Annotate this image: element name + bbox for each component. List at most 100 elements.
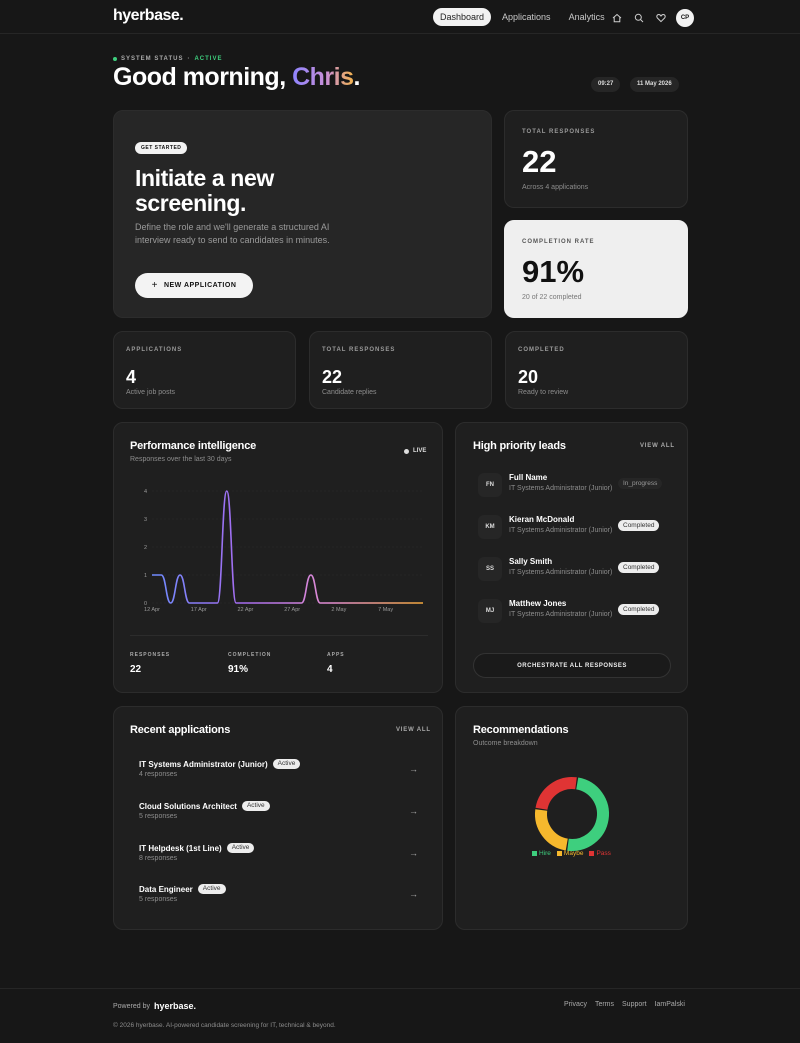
nav-icons: CP (610, 9, 694, 27)
perf-stat-label: COMPLETION (228, 652, 272, 658)
x-tick-label: 17 Apr (191, 607, 207, 613)
footer-logo[interactable]: hyerbase. (154, 1001, 196, 1011)
home-icon[interactable] (610, 11, 624, 25)
application-title: IT Systems Administrator (Junior) (139, 759, 268, 769)
lead-name: Sally Smith (509, 557, 553, 566)
perf-stat-label: RESPONSES (130, 652, 171, 658)
application-row[interactable]: IT Systems Administrator (Junior) Active … (139, 759, 429, 787)
performance-line-chart: 0123412 Apr 17 Apr 22 Apr 27 Apr 2 May 7 May (144, 489, 423, 613)
lead-status-badge: Completed (618, 562, 660, 573)
arrow-right-icon: → (409, 889, 418, 899)
footer-link-privacy[interactable]: Privacy (564, 1001, 587, 1008)
date-chip: 11 May 2026 (630, 77, 679, 92)
orchestrate-all-responses-button[interactable]: ORCHESTRATE ALL RESPONSES (473, 653, 671, 678)
perf-stat-responses: RESPONSES 22 (130, 652, 170, 675)
lead-item[interactable]: SS Sally Smith IT Systems Administrator … (478, 555, 673, 583)
page-title: Good morning, Chris. (113, 63, 360, 92)
data-point (394, 602, 395, 603)
data-point (189, 602, 190, 603)
copyright: © 2026 hyerbase. AI-powered candidate sc… (113, 1022, 336, 1029)
data-point (404, 602, 405, 603)
application-row[interactable]: Cloud Solutions Architect Active 5 respon… (139, 801, 429, 829)
data-point (207, 602, 208, 603)
perf-stat-apps: APPS 4 (327, 652, 345, 675)
data-point (217, 602, 218, 603)
perf-stat-value: 4 (327, 664, 333, 675)
recommendations-subtitle: Outcome breakdown (473, 740, 538, 747)
recommendations-card: Recommendations Outcome breakdown Hire M… (455, 706, 688, 930)
data-point (282, 602, 283, 603)
application-row[interactable]: IT Helpdesk (1st Line) Active 8 responses… (139, 843, 429, 871)
data-point (170, 602, 171, 603)
hero-title: Initiate a new screening. (135, 165, 274, 216)
application-title: IT Helpdesk (1st Line) (139, 843, 222, 853)
status-dot-icon (113, 57, 117, 61)
completion-rate-label: COMPLETION RATE (522, 239, 595, 245)
application-responses: 5 responses (139, 813, 178, 820)
completion-rate-card: COMPLETION RATE 91% 20 of 22 completed (504, 220, 688, 318)
legend-label: Hire (539, 850, 551, 857)
data-point (376, 602, 377, 603)
data-point (385, 602, 386, 603)
lead-status-badge: Completed (618, 520, 660, 531)
powered-by-label: Powered by (113, 1002, 150, 1010)
data-point (310, 574, 311, 575)
x-tick-label: 2 May (331, 607, 346, 613)
data-point (236, 602, 237, 603)
tab-analytics[interactable]: Analytics (562, 8, 612, 26)
search-icon[interactable] (632, 11, 646, 25)
stat-sub: Candidate replies (322, 389, 377, 396)
arrow-right-icon: → (409, 806, 418, 816)
nav-tabs: Dashboard Applications Analytics (433, 8, 612, 26)
application-row[interactable]: Data Engineer Active 5 responses → (139, 884, 429, 912)
tab-applications[interactable]: Applications (495, 8, 558, 26)
greeting-name: Chris (292, 63, 354, 91)
lead-status-badge: Completed (618, 604, 660, 615)
divider (130, 635, 428, 636)
footer-link-author[interactable]: IamPalski (655, 1001, 685, 1008)
data-point (273, 602, 274, 603)
footer-link-support[interactable]: Support (622, 1001, 647, 1008)
application-status-badge: Active (272, 759, 301, 769)
recent-applications-card: Recent applications VIEW ALL IT Systems … (113, 706, 443, 930)
perf-stat-value: 91% (228, 664, 249, 675)
donut-slice-hire (567, 777, 609, 851)
heart-icon[interactable] (654, 11, 668, 25)
recommendations-title: Recommendations (473, 724, 569, 736)
tab-dashboard[interactable]: Dashboard (433, 8, 492, 26)
lead-role: IT Systems Administrator (Junior) (509, 611, 613, 618)
data-point (292, 602, 293, 603)
responses-stat-card: TOTAL RESPONSES 22 Candidate replies (309, 331, 492, 409)
stat-value: 4 (126, 367, 137, 387)
data-point (161, 574, 162, 575)
total-responses-card: TOTAL RESPONSES 22 Across 4 applications (504, 110, 688, 208)
legend-item-hire: Hire (532, 850, 551, 857)
data-point (320, 602, 321, 603)
donut-slice-maybe (535, 809, 569, 851)
new-screening-card: GET STARTED Initiate a new screening. De… (113, 110, 492, 318)
new-application-button[interactable]: + NEW APPLICATION (135, 273, 253, 298)
x-tick-label: 22 Apr (237, 607, 253, 613)
avatar[interactable]: CP (676, 9, 694, 27)
data-point (366, 602, 367, 603)
system-status: SYSTEM STATUS · ACTIVE (113, 56, 222, 62)
legend-item-pass: Pass (589, 850, 611, 857)
performance-card: Performance intelligence Responses over … (113, 422, 443, 693)
time-chip: 09:27 (591, 77, 621, 92)
footer-link-terms[interactable]: Terms (595, 1001, 614, 1008)
recent-view-all-link[interactable]: VIEW ALL (396, 727, 431, 733)
powered-by: Powered by hyerbase. (113, 1001, 196, 1011)
lead-role: IT Systems Administrator (Junior) (509, 527, 613, 534)
x-tick-label: 7 May (378, 607, 393, 613)
logo[interactable]: hyerbase. (113, 7, 184, 25)
lead-name: Matthew Jones (509, 599, 567, 608)
y-tick-label: 2 (144, 545, 147, 551)
lead-item[interactable]: MJ Matthew Jones IT Systems Administrato… (478, 597, 673, 625)
x-tick-label: 12 Apr (144, 607, 160, 613)
leads-view-all-link[interactable]: VIEW ALL (640, 443, 675, 449)
lead-item[interactable]: KM Kieran McDonald IT Systems Administra… (478, 513, 673, 541)
application-title-row: IT Systems Administrator (Junior) Active (139, 759, 301, 769)
x-tick-label: 27 Apr (284, 607, 300, 613)
lead-item[interactable]: FN Full Name IT Systems Administrator (J… (478, 471, 673, 499)
data-point (357, 602, 358, 603)
